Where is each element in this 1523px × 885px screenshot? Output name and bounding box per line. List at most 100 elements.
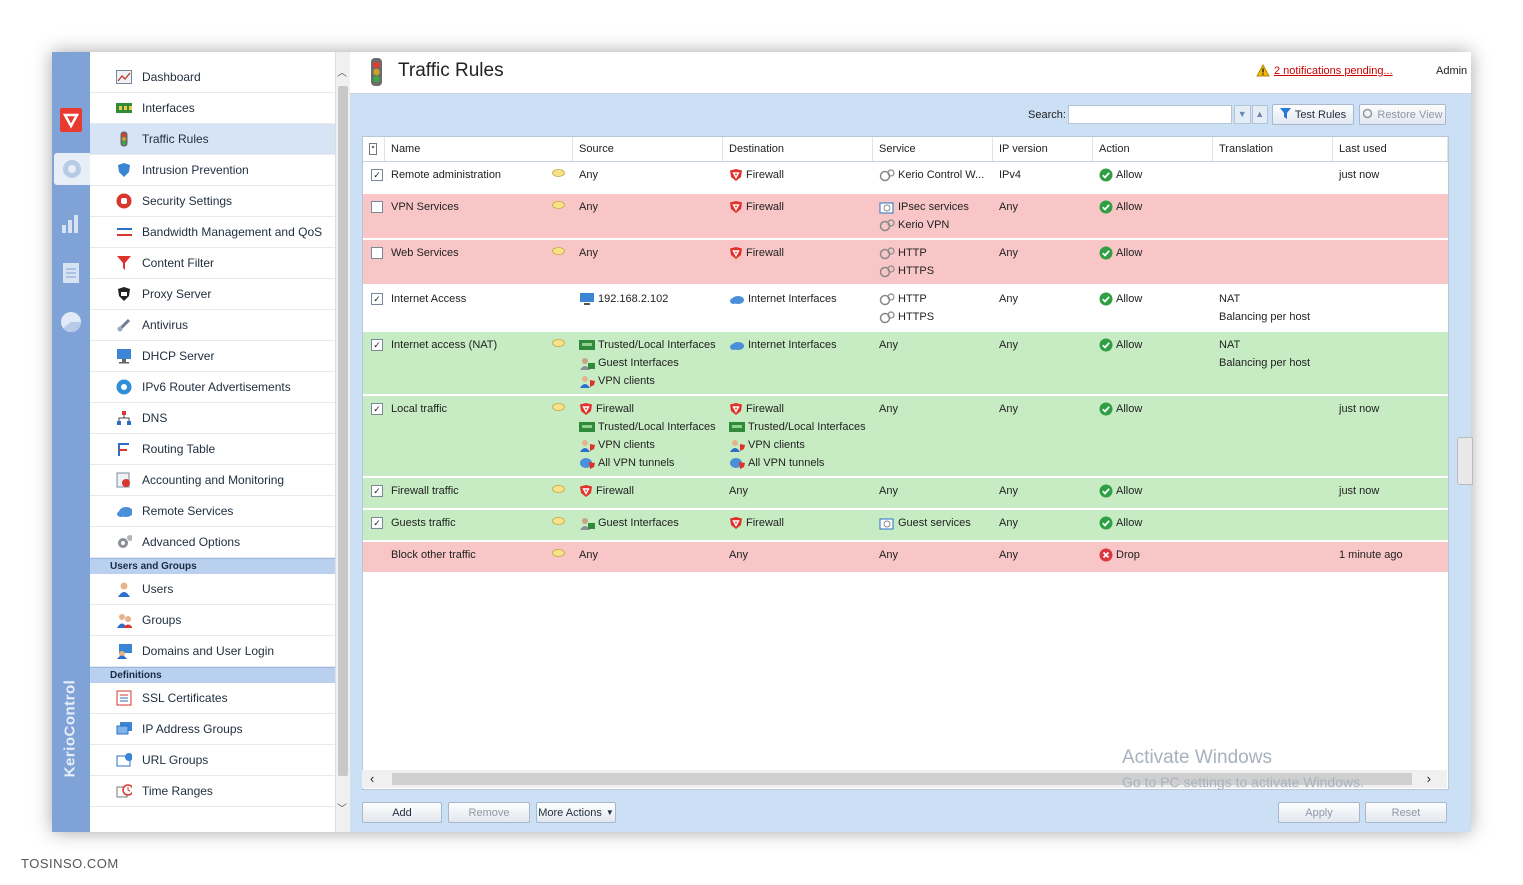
table-row[interactable]: ✓ Internet access (NAT) Trusted/Local Inte… xyxy=(363,332,1448,396)
search-input[interactable] xyxy=(1068,105,1232,124)
sidebar-item-interfaces[interactable]: Interfaces xyxy=(90,93,335,124)
sidebar-item-accounting-and-monitoring[interactable]: Accounting and Monitoring xyxy=(90,465,335,496)
col-translation[interactable]: Translation xyxy=(1213,137,1333,161)
sidebar-item-ipv6-router-advertisements[interactable]: IPv6 Router Advertisements xyxy=(90,372,335,403)
table-row[interactable]: ✓ Remote administration Any Firewall Kerio C… xyxy=(363,162,1448,194)
rule-enabled-checkbox[interactable]: ✓ xyxy=(371,169,383,181)
logs-icon[interactable] xyxy=(55,257,87,289)
col-last-used[interactable]: Last used xyxy=(1333,137,1448,161)
sidebar-item-advanced-options[interactable]: Advanced Options xyxy=(90,527,335,558)
rule-enabled-checkbox[interactable] xyxy=(371,247,383,259)
comment-icon[interactable] xyxy=(552,166,565,184)
rule-enabled-checkbox[interactable]: ✓ xyxy=(371,403,383,415)
comment-icon[interactable] xyxy=(552,198,565,216)
notifications-link[interactable]: 2 notifications pending... xyxy=(1274,65,1393,77)
sidebar-item-intrusion-prevention[interactable]: Intrusion Prevention xyxy=(90,155,335,186)
user-menu[interactable]: Admin xyxy=(1436,65,1467,77)
sidebar-item-ssl-certificates[interactable]: SSL Certificates xyxy=(90,683,335,714)
sidebar-item-security-settings[interactable]: Security Settings xyxy=(90,186,335,217)
rule-enabled-checkbox[interactable]: ✓ xyxy=(371,485,383,497)
sidebar-item-content-filter[interactable]: Content Filter xyxy=(90,248,335,279)
sidebar-item-traffic-rules[interactable]: Traffic Rules xyxy=(90,124,335,155)
cell-text: Any xyxy=(729,549,748,561)
scroll-left-icon[interactable]: ‹ xyxy=(370,771,374,786)
sidebar-item-bandwidth-management-and-qos[interactable]: Bandwidth Management and QoS xyxy=(90,217,335,248)
cell-text: Internet Interfaces xyxy=(748,293,837,305)
apply-button[interactable]: Apply xyxy=(1278,802,1360,823)
table-row[interactable]: ✓ Guests traffic Guest Interfaces Firewall G… xyxy=(363,510,1448,542)
comment-icon[interactable] xyxy=(552,336,565,354)
comment-icon[interactable] xyxy=(552,482,565,500)
sidebar-item-remote-services[interactable]: Remote Services xyxy=(90,496,335,527)
sidebar-item-url-groups[interactable]: URL Groups xyxy=(90,745,335,776)
traffic-light-icon xyxy=(116,131,132,147)
more-actions-button[interactable]: More Actions ▼ xyxy=(536,802,616,823)
sidebar-item-domains-and-user-login[interactable]: Domains and User Login xyxy=(90,636,335,667)
sidebar-item-time-ranges[interactable]: Time Ranges xyxy=(90,776,335,807)
sidebar-item-users[interactable]: Users xyxy=(90,574,335,605)
add-button[interactable]: Add xyxy=(362,802,442,823)
scroll-down-icon[interactable]: ﹀ xyxy=(337,800,347,815)
scroll-right-icon[interactable]: › xyxy=(1427,771,1431,786)
sidebar-item-label: Advanced Options xyxy=(142,535,241,549)
side-handle[interactable] xyxy=(1457,437,1473,485)
statistics-icon[interactable] xyxy=(55,207,87,239)
dhcp-icon xyxy=(116,348,132,364)
col-source[interactable]: Source xyxy=(573,137,723,161)
rule-enabled-checkbox[interactable]: ✓ xyxy=(371,339,383,351)
sidebar-item-label: Accounting and Monitoring xyxy=(142,473,285,487)
table-row[interactable]: Web Services Any Firewall HTTP HTTPS Any Allow xyxy=(363,240,1448,286)
comment-icon[interactable] xyxy=(552,244,565,262)
table-row[interactable]: VPN Services Any Firewall IPsec services Ker… xyxy=(363,194,1448,240)
table-row[interactable]: ✓ Internet Access 192.168.2.102 Internet In… xyxy=(363,286,1448,332)
column-chooser-icon[interactable] xyxy=(363,137,385,161)
sidebar-scroll-thumb[interactable] xyxy=(338,86,348,776)
col-ip-version[interactable]: IP version xyxy=(993,137,1093,161)
col-destination[interactable]: Destination xyxy=(723,137,873,161)
table-row[interactable]: Block other traffic Any Any Any Any Drop 1 min… xyxy=(363,542,1448,574)
interface-group-icon xyxy=(729,421,745,433)
cell-text: All VPN tunnels xyxy=(748,457,825,469)
comment-icon[interactable] xyxy=(552,546,565,564)
rule-enabled-checkbox[interactable] xyxy=(371,201,383,213)
remove-button[interactable]: Remove xyxy=(448,802,530,823)
status-pie-icon[interactable] xyxy=(55,306,87,338)
certificate-icon xyxy=(116,690,132,706)
kerio-shield-icon[interactable] xyxy=(55,104,87,136)
sidebar-item-groups[interactable]: Groups xyxy=(90,605,335,636)
comment-icon[interactable] xyxy=(552,400,565,418)
sidebar-item-antivirus[interactable]: Antivirus xyxy=(90,310,335,341)
cell-text: Any xyxy=(879,549,898,561)
rule-enabled-checkbox[interactable]: ✓ xyxy=(371,293,383,305)
search-down-icon[interactable]: ▼ xyxy=(1234,105,1251,124)
scroll-up-icon[interactable]: ︿ xyxy=(337,64,347,79)
col-service[interactable]: Service xyxy=(873,137,993,161)
search-up-icon[interactable]: ▲ xyxy=(1251,105,1268,124)
service-group-icon xyxy=(879,516,895,530)
table-row[interactable]: ✓ Local traffic Firewall Trusted/Local Inte… xyxy=(363,396,1448,478)
comment-icon[interactable] xyxy=(552,514,565,532)
routing-icon xyxy=(116,441,132,457)
sidebar-item-dashboard[interactable]: Dashboard xyxy=(90,62,335,93)
sidebar-item-dns[interactable]: DNS xyxy=(90,403,335,434)
firewall-icon xyxy=(729,516,743,530)
sidebar-item-routing-table[interactable]: Routing Table xyxy=(90,434,335,465)
sidebar-item-ip-address-groups[interactable]: IP Address Groups xyxy=(90,714,335,745)
col-action[interactable]: Action xyxy=(1093,137,1213,161)
col-name[interactable]: Name xyxy=(385,137,573,161)
test-rules-button[interactable]: Test Rules xyxy=(1272,104,1354,125)
sidebar-item-proxy-server[interactable]: Proxy Server xyxy=(90,279,335,310)
restore-view-button[interactable]: Restore View xyxy=(1359,104,1446,125)
table-row[interactable]: ✓ Firewall traffic Firewall Any Any Any Allow j… xyxy=(363,478,1448,510)
reset-button[interactable]: Reset xyxy=(1365,802,1447,823)
cell-text: Any xyxy=(879,403,898,415)
allow-icon xyxy=(1099,516,1113,530)
sidebar-scrollbar[interactable]: ︿ ﹀ xyxy=(335,52,350,832)
sidebar-item-dhcp-server[interactable]: DHCP Server xyxy=(90,341,335,372)
service-icon xyxy=(879,246,895,260)
sidebar: Dashboard Interfaces Traffic Rules Intrusio… xyxy=(90,52,335,832)
configuration-gear-icon[interactable] xyxy=(54,153,90,185)
gears-icon xyxy=(116,534,132,550)
funnel-icon xyxy=(1279,107,1291,122)
rule-enabled-checkbox[interactable]: ✓ xyxy=(371,517,383,529)
